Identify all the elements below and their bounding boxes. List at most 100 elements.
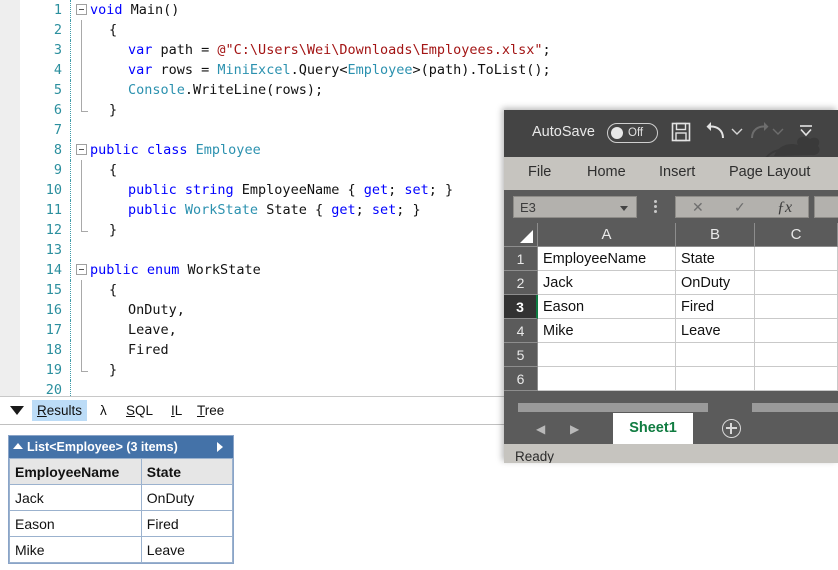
column-header-A[interactable]: A	[538, 223, 676, 247]
row-header-3[interactable]: 3	[504, 295, 538, 319]
line-number-separator	[70, 120, 72, 140]
results-tab-tree[interactable]: Tree	[192, 400, 229, 421]
name-box-caret-icon[interactable]	[620, 206, 628, 211]
next-sheet-arrow[interactable]: ▶	[570, 422, 579, 436]
collapse-results-caret-icon[interactable]	[10, 406, 24, 415]
line-number-separator	[70, 0, 72, 20]
row-header-2[interactable]: 2	[504, 271, 538, 295]
column-header-B[interactable]: B	[676, 223, 755, 247]
formula-input[interactable]	[814, 196, 838, 218]
cell-A6[interactable]	[538, 367, 676, 391]
name-box[interactable]: E3	[513, 196, 637, 218]
line-number: 7	[53, 122, 62, 138]
select-all-corner[interactable]	[504, 223, 538, 247]
table-row[interactable]: Eason Fired	[9, 510, 234, 537]
line-number-separator	[70, 340, 72, 360]
code-token: var	[128, 62, 161, 78]
redo-dropdown-caret-icon	[772, 128, 784, 135]
cell-A4[interactable]: Mike	[538, 319, 676, 343]
code-token: {	[109, 162, 118, 178]
results-expand-icon[interactable]	[217, 442, 223, 452]
results-table-box: List<Employee> (3 items) EmployeeName St…	[8, 435, 234, 564]
results-col-state: State	[140, 458, 234, 485]
line-number: 12	[45, 222, 62, 238]
customize-toolbar-caret-icon[interactable]	[797, 123, 815, 139]
ribbon-tab-file[interactable]: File	[528, 164, 551, 180]
column-header-C[interactable]: C	[755, 223, 838, 247]
fold-guide	[81, 340, 82, 360]
table-row[interactable]: Mike Leave	[9, 536, 234, 563]
autosave-toggle-knob	[611, 127, 623, 139]
line-number: 3	[53, 42, 62, 58]
cell-A1[interactable]: EmployeeName	[538, 247, 676, 271]
accept-formula-icon[interactable]: ✓	[734, 199, 746, 216]
excel-window[interactable]: AutoSave Off File Home Insert Page Layou…	[504, 110, 838, 463]
ribbon-tab-home[interactable]: Home	[587, 164, 626, 180]
row-header-4[interactable]: 4	[504, 319, 538, 343]
code-token: Employee	[347, 62, 413, 78]
results-tab-[interactable]: λ	[95, 400, 112, 421]
code-line: 2{	[20, 20, 838, 40]
ribbon-tab-page-layout[interactable]: Page Layout	[729, 164, 810, 180]
spreadsheet-grid[interactable]: A B C 1 EmployeeName State 2 Jack OnDuty 3 Eason Fi…	[504, 223, 838, 413]
line-number: 10	[45, 182, 62, 198]
cell-C1[interactable]	[755, 247, 838, 271]
cell-C2[interactable]	[755, 271, 838, 295]
code-text: public WorkState State { get; set; }	[128, 200, 421, 220]
code-token: void	[90, 2, 131, 18]
code-text: Console.WriteLine(rows);	[128, 80, 323, 100]
cell-A5[interactable]	[538, 343, 676, 367]
cell-B2[interactable]: OnDuty	[676, 271, 755, 295]
table-row[interactable]: Jack OnDuty	[9, 484, 234, 511]
row-header-6[interactable]: 6	[504, 367, 538, 391]
results-tab-il[interactable]: IL	[166, 400, 187, 421]
cell-C4[interactable]	[755, 319, 838, 343]
line-number-separator	[70, 140, 72, 160]
code-line: 1 void Main()	[20, 0, 838, 20]
cell-A3[interactable]: Eason	[538, 295, 676, 319]
ribbon-tab-insert[interactable]: Insert	[659, 164, 695, 180]
add-sheet-icon[interactable]	[722, 419, 741, 438]
cancel-formula-icon[interactable]: ✕	[692, 199, 704, 216]
results-table-title[interactable]: List<Employee> (3 items)	[9, 436, 233, 458]
cell-B4[interactable]: Leave	[676, 319, 755, 343]
undo-dropdown-caret-icon[interactable]	[730, 126, 744, 136]
save-icon[interactable]	[670, 121, 692, 143]
cell-B3[interactable]: Fired	[676, 295, 755, 319]
code-token: get	[331, 202, 356, 218]
code-token: State {	[258, 202, 332, 218]
cell-C3[interactable]	[755, 295, 838, 319]
row-header-1[interactable]: 1	[504, 247, 538, 271]
sheet-tab-sheet1[interactable]: Sheet1	[613, 413, 693, 444]
undo-icon[interactable]	[706, 121, 728, 143]
horizontal-scrollbar-right[interactable]	[752, 403, 838, 412]
results-tab-results[interactable]: Results	[32, 400, 88, 421]
cell-B5[interactable]	[676, 343, 755, 367]
code-line: 3 var path = @"C:\Users\Wei\Downloads\Emp…	[20, 40, 838, 60]
fold-toggle-icon[interactable]	[76, 4, 87, 15]
fold-toggle-icon[interactable]	[76, 144, 87, 155]
line-number: 19	[45, 362, 62, 378]
cell-C6[interactable]	[755, 367, 838, 391]
code-text: public string EmployeeName { get; set; }	[128, 180, 453, 200]
autosave-toggle[interactable]: Off	[607, 123, 658, 143]
horizontal-scrollbar-left[interactable]	[518, 403, 708, 412]
cell-A2[interactable]: Jack	[538, 271, 676, 295]
results-tab-sql[interactable]: SQL	[121, 400, 158, 421]
excel-ribbon-tabs: File Home Insert Page Layout	[504, 157, 838, 190]
cell-C5[interactable]	[755, 343, 838, 367]
row-header-5[interactable]: 5	[504, 343, 538, 367]
cell-B6[interactable]	[676, 367, 755, 391]
code-token: @"C:\Users\Wei\Downloads\Employees.xlsx"	[217, 42, 543, 58]
results-collapse-icon[interactable]	[13, 443, 23, 449]
table-cell: Eason	[9, 510, 142, 537]
formula-bar-grip[interactable]	[654, 200, 657, 214]
insert-function-icon[interactable]: ƒx	[777, 199, 792, 217]
line-number-separator	[70, 260, 72, 280]
fold-guide-end	[81, 220, 88, 232]
prev-sheet-arrow[interactable]: ◀	[536, 422, 545, 436]
cell-B1[interactable]: State	[676, 247, 755, 271]
fold-toggle-icon[interactable]	[76, 264, 87, 275]
code-token: EmployeeName {	[241, 182, 364, 198]
code-token: Employee	[195, 142, 261, 158]
